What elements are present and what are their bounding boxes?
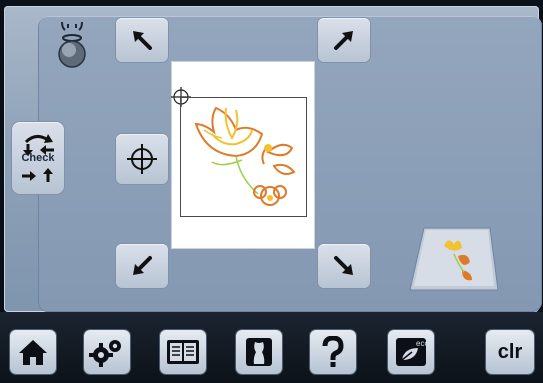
eco-leaf-icon: eco	[396, 338, 428, 366]
setup-button[interactable]	[84, 330, 130, 374]
gears-icon	[89, 340, 121, 367]
top-left-corner-button[interactable]	[116, 18, 168, 62]
arrow-down-left-icon	[133, 256, 152, 275]
consultant-button[interactable]	[236, 330, 282, 374]
arrow-down-right-icon	[334, 256, 353, 275]
top-right-corner-button[interactable]	[318, 18, 370, 62]
home-icon	[19, 340, 47, 365]
eco-label: eco	[416, 339, 428, 348]
tutorial-button[interactable]	[160, 330, 206, 374]
help-button[interactable]	[310, 330, 356, 374]
design-preview-button[interactable]	[408, 224, 499, 292]
clear-label: clr	[497, 340, 523, 363]
embroidery-flower-icon	[182, 100, 304, 214]
bottom-left-corner-button[interactable]	[116, 244, 168, 288]
dress-form-icon	[246, 338, 272, 366]
arrow-up-right-icon	[334, 31, 353, 50]
presser-foot-lift-icon[interactable]	[54, 18, 90, 72]
home-button[interactable]	[10, 330, 56, 374]
center-button[interactable]	[116, 134, 168, 184]
clear-button[interactable]: clr	[486, 330, 534, 374]
check-button[interactable]: Check	[12, 122, 64, 194]
question-icon	[322, 336, 344, 367]
crosshair-icon	[127, 144, 157, 174]
book-icon	[167, 340, 199, 364]
bottom-right-corner-button[interactable]	[318, 244, 370, 288]
embroidery-design-thumbnail-icon	[409, 227, 499, 291]
embroidery-screen: Check eco clr	[0, 0, 543, 383]
check-label: Check	[21, 152, 55, 164]
arrow-up-left-icon	[133, 31, 152, 50]
eco-button[interactable]: eco	[388, 330, 434, 374]
